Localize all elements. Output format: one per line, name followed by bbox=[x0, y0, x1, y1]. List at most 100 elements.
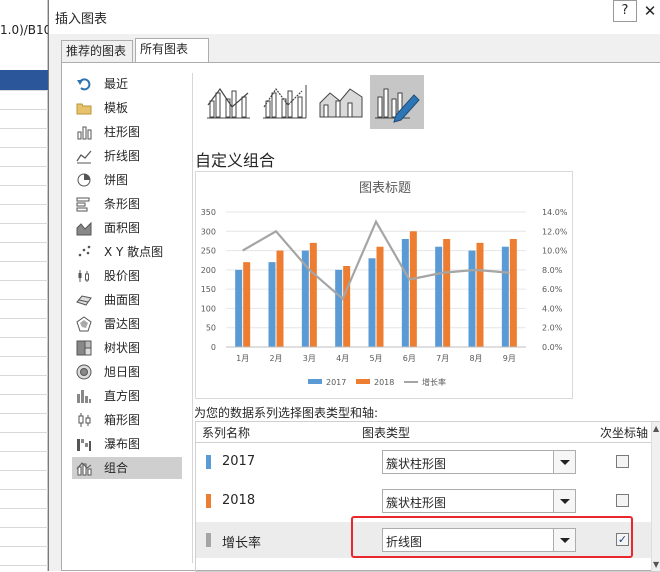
bar-2018 bbox=[509, 239, 517, 347]
sidebar-item-label: 直方图 bbox=[104, 389, 141, 403]
combo-column-line-icon bbox=[207, 87, 250, 119]
sidebar-item-label: 股价图 bbox=[104, 269, 141, 283]
y2-tick-label: 8.0% bbox=[542, 266, 563, 275]
combo-column-line-secondary-axis-button[interactable] bbox=[258, 75, 312, 129]
secondary-axis-checkbox[interactable] bbox=[616, 494, 629, 507]
x-tick-label: 1月 bbox=[236, 354, 249, 363]
close-button[interactable]: ✕ bbox=[639, 0, 660, 22]
chart-type-value: 簇状柱形图 bbox=[386, 457, 447, 471]
y-tick-label: 300 bbox=[201, 227, 216, 236]
sidebar-item-label: 饼图 bbox=[104, 173, 129, 187]
sheet-gridline bbox=[0, 109, 48, 110]
sidebar-item-treemap-chart[interactable]: 树状图 bbox=[72, 337, 182, 359]
combo-clustered-column-line-button[interactable] bbox=[202, 75, 256, 129]
sidebar-item-label: 雷达图 bbox=[104, 317, 141, 331]
chart-type-dropdown[interactable]: 簇状柱形图 bbox=[382, 450, 576, 474]
sidebar-item-undo-arrow[interactable]: 最近 bbox=[72, 73, 182, 95]
all-charts-panel: 最近模板柱形图折线图饼图条形图面积图 X Y 散点图 股价图曲面图雷达图树状图 旭日图… bbox=[61, 62, 660, 572]
y-tick-label: 0 bbox=[211, 343, 216, 352]
spreadsheet-background: 1.0)/B10 bbox=[0, 0, 48, 571]
header-chart-type: 图表类型 bbox=[362, 426, 411, 440]
sidebar-item-bar-chart[interactable]: 条形图 bbox=[72, 193, 182, 215]
bar-2017 bbox=[368, 258, 376, 347]
bar-2018 bbox=[376, 246, 384, 347]
tab-recommended-charts[interactable]: 推荐的图表 bbox=[61, 40, 133, 62]
area-chart-icon bbox=[76, 221, 92, 236]
sidebar-item-label: 曲面图 bbox=[104, 293, 141, 307]
selected-column-header bbox=[0, 70, 48, 90]
sidebar-item-label: X Y 散点图 bbox=[104, 245, 164, 259]
sidebar-item-label: 折线图 bbox=[104, 149, 141, 163]
secondary-axis-checkbox[interactable] bbox=[616, 455, 629, 468]
sidebar-item-stock-chart[interactable]: 股价图 bbox=[72, 265, 182, 287]
x-tick-label: 9月 bbox=[503, 354, 516, 363]
bar-2018 bbox=[276, 250, 284, 347]
sidebar-item-waterfall-chart[interactable]: 瀑布图 bbox=[72, 433, 182, 455]
legend-label: 增长率 bbox=[422, 377, 446, 387]
help-button[interactable]: ? bbox=[613, 0, 637, 22]
sheet-gridline bbox=[0, 147, 48, 148]
column-chart-icon bbox=[77, 126, 92, 140]
series-color-swatch bbox=[206, 494, 211, 508]
sheet-gridline bbox=[0, 413, 48, 414]
formula-bar-text: 1.0)/B10 bbox=[0, 23, 48, 37]
sidebar-item-area-chart[interactable]: 面积图 bbox=[72, 217, 182, 239]
line-chart-icon bbox=[76, 150, 92, 164]
sheet-gridline bbox=[0, 470, 48, 471]
x-tick-label: 3月 bbox=[303, 354, 316, 363]
scroll-up-arrow-icon[interactable]: ▲ bbox=[653, 424, 659, 433]
waterfall-chart-icon bbox=[77, 439, 91, 451]
sidebar-item-box-whisker-chart[interactable]: 箱形图 bbox=[72, 409, 182, 431]
y-tick-label: 250 bbox=[201, 247, 216, 256]
x-tick-label: 2月 bbox=[269, 354, 282, 363]
sheet-gridline bbox=[0, 242, 48, 243]
radar-chart-icon bbox=[76, 316, 92, 332]
scroll-down-arrow-icon[interactable]: ▼ bbox=[653, 560, 659, 569]
header-series-name: 系列名称 bbox=[202, 426, 251, 440]
y-tick-label: 150 bbox=[201, 285, 216, 294]
tab-all-charts[interactable]: 所有图表 bbox=[135, 38, 209, 63]
sheet-gridline bbox=[0, 280, 48, 281]
sheet-gridline bbox=[0, 356, 48, 357]
folder-icon bbox=[76, 103, 92, 115]
series-table-scrollbar[interactable]: ▲ ▼ bbox=[651, 422, 660, 571]
y2-tick-label: 6.0% bbox=[542, 285, 563, 294]
chevron-down-icon[interactable] bbox=[553, 451, 575, 473]
insert-chart-dialog: 插入图表 ? ✕ 推荐的图表 所有图表 最近模板柱形图折线图饼图条形图面积图 X … bbox=[48, 0, 660, 572]
chart-title: 图表标题 bbox=[359, 181, 411, 196]
sidebar-item-column-chart[interactable]: 柱形图 bbox=[72, 121, 182, 143]
bar-2018 bbox=[309, 242, 317, 347]
sheet-gridline bbox=[0, 375, 48, 376]
chart-type-dropdown[interactable]: 簇状柱形图 bbox=[382, 489, 576, 513]
series-name: 2018 bbox=[222, 493, 256, 508]
sidebar-item-pie-chart[interactable]: 饼图 bbox=[72, 169, 182, 191]
sheet-gridline bbox=[0, 204, 48, 205]
custom-combo-button[interactable] bbox=[370, 75, 424, 129]
sidebar-item-label: 最近 bbox=[104, 77, 129, 91]
sidebar-item-radar-chart[interactable]: 雷达图 bbox=[72, 313, 182, 335]
stock-chart-icon bbox=[78, 270, 89, 282]
sidebar-item-folder[interactable]: 模板 bbox=[72, 97, 182, 119]
sidebar-item-line-chart[interactable]: 折线图 bbox=[72, 145, 182, 167]
sidebar-item-histogram-chart[interactable]: 直方图 bbox=[72, 385, 182, 407]
sidebar-item-combo-chart[interactable]: 组合 bbox=[72, 457, 182, 479]
x-tick-label: 5月 bbox=[369, 354, 382, 363]
sidebar-item-label: 模板 bbox=[104, 101, 129, 115]
treemap-chart-icon bbox=[76, 340, 92, 356]
chevron-down-icon[interactable] bbox=[553, 490, 575, 512]
sidebar-item-label: 面积图 bbox=[104, 221, 141, 235]
x-tick-label: 8月 bbox=[469, 354, 482, 363]
y2-tick-label: 0.0% bbox=[542, 343, 563, 352]
sheet-gridline bbox=[0, 90, 48, 91]
sheet-gridline bbox=[0, 318, 48, 319]
dialog-titlebar: 插入图表 ? ✕ bbox=[49, 0, 660, 34]
chart-preview: 图表标题 350 300 250 200 150 100 50 0 14.0% 12.0% 10.0%… bbox=[195, 171, 573, 399]
sheet-gridline bbox=[0, 166, 48, 167]
sidebar-item-sunburst-chart[interactable]: 旭日图 bbox=[72, 361, 182, 383]
combo-stacked-area-column-button[interactable] bbox=[314, 75, 368, 129]
combo-chart-svg: 图表标题 350 300 250 200 150 100 50 0 14.0% 12.0% 10.0%… bbox=[201, 181, 568, 387]
sidebar-item-scatter-chart[interactable]: X Y 散点图 bbox=[72, 241, 182, 263]
y2-tick-label: 10.0% bbox=[542, 247, 568, 256]
pie-chart-icon bbox=[77, 173, 91, 187]
sidebar-item-surface-chart[interactable]: 曲面图 bbox=[72, 289, 182, 311]
